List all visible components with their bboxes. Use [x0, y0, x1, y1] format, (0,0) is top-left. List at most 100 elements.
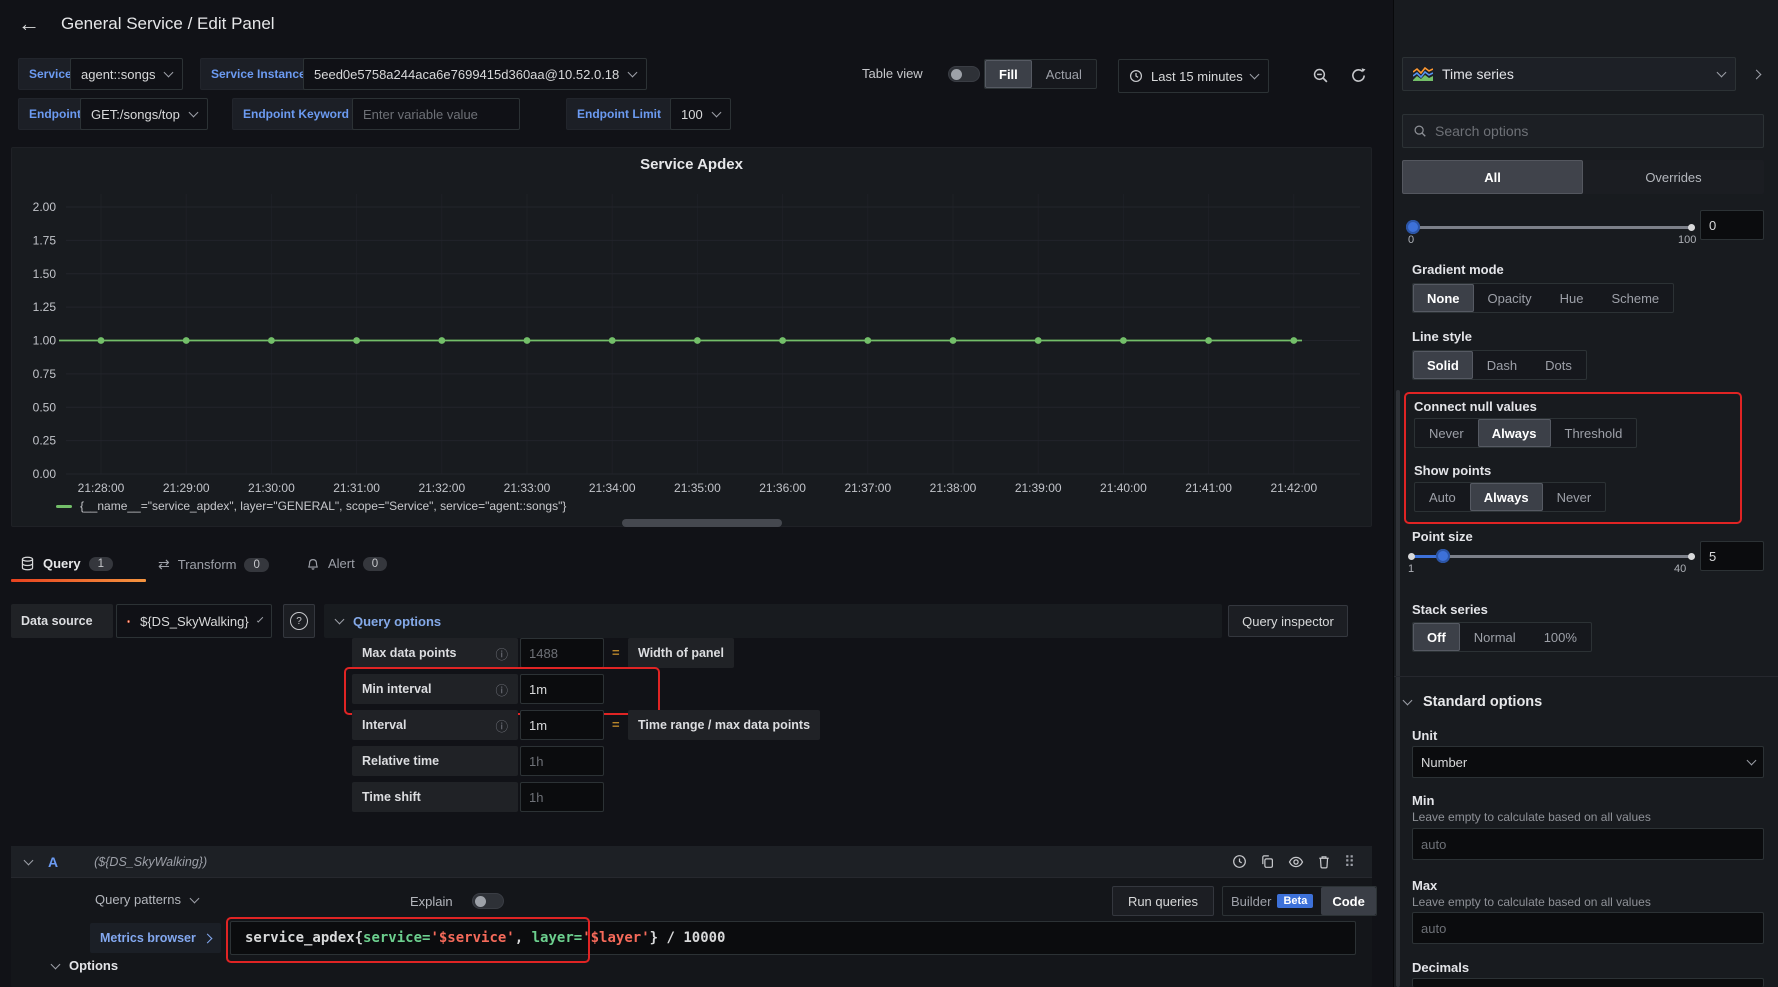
duplicate-icon[interactable] [1260, 854, 1275, 869]
hide-eye-icon[interactable] [1288, 854, 1304, 870]
decimals-input[interactable] [1412, 978, 1764, 987]
option-threshold[interactable]: Threshold [1551, 419, 1637, 447]
svg-text:21:41:00: 21:41:00 [1185, 481, 1232, 495]
back-arrow-icon[interactable]: ← [18, 11, 40, 37]
max-input[interactable]: auto [1412, 912, 1764, 944]
endpoint-variable-dropdown[interactable]: GET:/songs/top [80, 98, 208, 130]
option-auto[interactable]: Auto [1415, 483, 1470, 511]
option-never[interactable]: Never [1415, 419, 1478, 447]
point-size-value-input[interactable]: 5 [1700, 541, 1764, 571]
point-size-label: Point size [1412, 529, 1473, 544]
line-style-label: Line style [1412, 329, 1472, 344]
code-mode-button[interactable]: Code [1321, 887, 1376, 915]
delete-trash-icon[interactable] [1317, 854, 1331, 869]
clock-icon [1129, 69, 1143, 83]
endpoint-limit-dropdown[interactable]: 100 [670, 98, 731, 130]
fill-opacity-slider-handle[interactable] [1406, 220, 1420, 234]
option-off[interactable]: Off [1413, 623, 1460, 651]
option-opacity[interactable]: Opacity [1474, 284, 1546, 312]
min-input[interactable]: auto [1412, 828, 1764, 860]
zoom-out-button[interactable] [1304, 59, 1336, 91]
line-style-group: SolidDashDots [1412, 350, 1587, 380]
option-solid[interactable]: Solid [1413, 351, 1473, 379]
option-100-[interactable]: 100% [1530, 623, 1591, 651]
query-patterns-dropdown[interactable]: Query patterns [95, 892, 198, 907]
datasource-help-button[interactable]: ? [283, 604, 315, 638]
explain-toggle[interactable] [472, 893, 504, 909]
option-normal[interactable]: Normal [1460, 623, 1530, 651]
visualization-picker[interactable]: Time series [1402, 57, 1736, 91]
tab-transform[interactable]: ⇄ Transform 0 [158, 556, 269, 573]
options-collapse[interactable]: Options [52, 958, 118, 973]
show-points-label: Show points [1414, 463, 1491, 478]
option-actual[interactable]: Actual [1032, 60, 1096, 88]
min-interval-input[interactable]: 1m [520, 674, 604, 704]
datasource-dropdown[interactable]: ${DS_SkyWalking} [116, 604, 272, 638]
table-view-toggle[interactable] [948, 66, 980, 82]
info-icon: ⓘ [495, 680, 508, 699]
min-label: Min [1412, 793, 1434, 808]
legend-item[interactable]: {__name__="service_apdex", layer="GENERA… [56, 499, 566, 513]
svg-text:21:36:00: 21:36:00 [759, 481, 806, 495]
max-data-points-input[interactable]: 1488 [520, 638, 604, 668]
fill-opacity-value-input[interactable]: 0 [1700, 210, 1764, 240]
option-dash[interactable]: Dash [1473, 351, 1531, 379]
option-hue[interactable]: Hue [1546, 284, 1598, 312]
metrics-browser-button[interactable]: Metrics browser [90, 923, 221, 953]
drag-handle-icon[interactable]: ⠿ [1344, 853, 1356, 871]
database-icon [20, 556, 35, 571]
builder-mode-button[interactable]: Builder Beta [1223, 887, 1321, 915]
tab-alert[interactable]: Alert 0 [306, 556, 387, 571]
label-text: Time shift [362, 790, 421, 804]
endpoint-keyword-label: Endpoint Keyword [232, 98, 360, 130]
history-icon[interactable] [1232, 854, 1247, 869]
options-pane-scrollbar[interactable] [1396, 390, 1400, 987]
fill-opacity-slider-rail[interactable] [1411, 226, 1695, 229]
query-expression-input[interactable]: service_apdex{service='$service', layer=… [230, 921, 1356, 955]
endpoint-limit-value: 100 [681, 107, 703, 122]
horizontal-scrollbar[interactable] [622, 519, 782, 527]
option-dots[interactable]: Dots [1531, 351, 1586, 379]
collapse-pane-button[interactable] [1746, 64, 1766, 84]
tab-query[interactable]: Query 1 [20, 556, 113, 571]
endpoint-keyword-input[interactable]: Enter variable value [352, 98, 520, 130]
query-options-header[interactable]: Query options [324, 604, 1222, 638]
query-inspector-button[interactable]: Query inspector [1228, 605, 1348, 637]
search-options-input[interactable]: Search options [1402, 114, 1764, 148]
chevron-down-icon [24, 855, 34, 865]
option-never[interactable]: Never [1543, 483, 1606, 511]
standard-options-header[interactable]: Standard options [1404, 694, 1542, 710]
option-none[interactable]: None [1413, 284, 1474, 312]
decimals-label: Decimals [1412, 960, 1469, 975]
option-fill[interactable]: Fill [985, 60, 1032, 88]
service-instance-label-text: Service Instance [211, 67, 306, 81]
panel-options-pane: Time series Search options All Overrides… [1393, 0, 1778, 987]
tab-overrides[interactable]: Overrides [1583, 160, 1764, 194]
service-variable-dropdown[interactable]: agent::songs [70, 58, 183, 90]
endpoint-keyword-label-text: Endpoint Keyword [243, 107, 349, 121]
refresh-button[interactable] [1342, 59, 1374, 91]
interval-input[interactable]: 1m [520, 710, 604, 740]
timeseries-viz-icon [1413, 67, 1433, 81]
unit-select[interactable]: Number [1412, 746, 1764, 778]
option-scheme[interactable]: Scheme [1597, 284, 1673, 312]
query-ref-datasource: (${DS_SkyWalking}) [94, 855, 207, 869]
relative-time-input[interactable]: 1h [520, 746, 604, 776]
time-shift-input[interactable]: 1h [520, 782, 604, 812]
run-queries-button[interactable]: Run queries [1112, 886, 1214, 916]
time-range-picker[interactable]: Last 15 minutes [1118, 59, 1269, 93]
query-row-header[interactable]: A (${DS_SkyWalking}) ⠿ [11, 846, 1372, 878]
options-collapse-label: Options [69, 958, 118, 973]
chevron-down-icon [164, 68, 174, 78]
slider-end-dot [1688, 553, 1695, 560]
max-data-points-label: Max data pointsⓘ [352, 638, 518, 668]
search-icon [1413, 124, 1427, 138]
point-size-slider-rail[interactable] [1411, 555, 1695, 558]
point-size-slider-handle[interactable] [1436, 549, 1450, 563]
chevron-down-icon [51, 959, 61, 969]
option-always[interactable]: Always [1470, 483, 1543, 511]
service-instance-variable-dropdown[interactable]: 5eed0e5758a244aca6e7699415d360aa@10.52.0… [303, 58, 647, 90]
option-always[interactable]: Always [1478, 419, 1551, 447]
tab-all[interactable]: All [1402, 160, 1583, 194]
svg-text:0.00: 0.00 [33, 467, 57, 481]
